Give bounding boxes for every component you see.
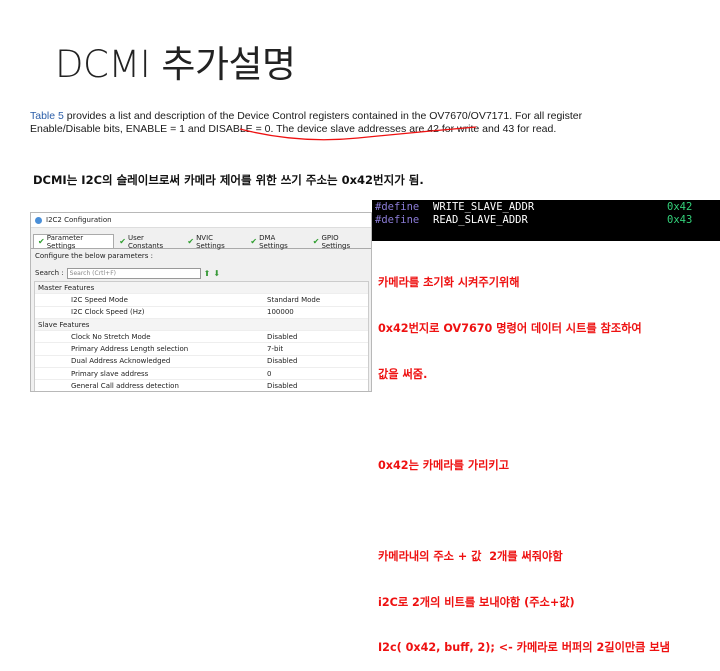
code-block: #define WRITE_SLAVE_ADDR 0x42 #define READ_…	[372, 200, 720, 241]
red-annotations: 카메라를 초기화 시켜주기위해 0x42번지로 OV7670 명령어 데이터 시…	[378, 245, 670, 671]
check-icon: ✔	[119, 237, 126, 246]
table-row[interactable]: Master Features	[35, 282, 368, 295]
tab-label: NVIC Settings	[196, 233, 225, 250]
row-value: Disabled	[267, 382, 298, 391]
note-line: 카메라내의 주소 + 값 2개를 써줘야함	[378, 550, 563, 564]
check-icon: ✔	[250, 237, 258, 246]
table-row[interactable]: Dual Address Acknowledged Disabled	[35, 356, 368, 369]
table-row[interactable]: General Call address detection Disabled	[35, 380, 368, 391]
note-line: 0x42번지로 OV7670 명령어 데이터 시트를 참조하여	[378, 322, 642, 336]
tab-dma-settings[interactable]: ✔ DMA Settings	[245, 233, 307, 250]
panel-title: I2C2 Configuration	[46, 216, 112, 224]
datasheet-line-1-text: provides a list and description of the D…	[63, 110, 583, 122]
note-line: 0x42는 카메라를 가리키고	[378, 458, 509, 472]
code-line: #define READ_SLAVE_ADDR 0x43	[372, 214, 720, 227]
check-icon: ✔	[187, 237, 195, 246]
panel-titlebar: I2C2 Configuration	[31, 213, 371, 228]
arrow-up-icon[interactable]: ⬆	[204, 269, 211, 278]
table-row[interactable]: Slave Features	[35, 318, 368, 332]
note-line: 카메라를 초기화 시켜주기위해	[378, 276, 520, 290]
code-value: 0x42	[667, 201, 693, 213]
slide-title: DCMI 추가설명	[55, 43, 296, 86]
tab-label: GPIO Settings	[321, 233, 351, 250]
red-underline-annotation	[239, 126, 477, 141]
code-keyword: #define	[375, 214, 420, 226]
tab-label: Parameter Settings	[46, 233, 84, 250]
row-name: Primary Address Length selection	[71, 345, 189, 354]
row-value: 0	[267, 369, 272, 378]
i2c-config-panel: I2C2 Configuration ✔ Parameter Settings ✔…	[30, 212, 372, 392]
row-name: Primary slave address	[71, 369, 149, 378]
row-name: I2C Clock Speed (Hz)	[71, 308, 145, 317]
row-value: 7-bit	[267, 345, 284, 354]
code-macro-name: WRITE_SLAVE_ADDR	[433, 201, 535, 213]
datasheet-line-1: Table 5 provides a list and description …	[30, 110, 700, 123]
tab-user-constants[interactable]: ✔ User Constants	[114, 233, 182, 250]
row-name: Slave Features	[38, 320, 90, 329]
check-icon: ✔	[312, 237, 320, 246]
gear-icon	[35, 216, 42, 224]
row-name: I2C Speed Mode	[71, 295, 128, 304]
table-row[interactable]: I2C Clock Speed (Hz) 100000	[35, 307, 368, 319]
search-input[interactable]: Search (Crtl+F)	[66, 267, 201, 279]
configure-label: Configure the below parameters :	[35, 252, 153, 260]
search-row: Search : Search (Crtl+F) ⬆ ⬇	[31, 264, 371, 282]
row-value: Disabled	[267, 332, 298, 341]
row-name: Master Features	[38, 283, 95, 292]
tab-label: User Constants	[127, 233, 164, 250]
row-value: Disabled	[267, 357, 298, 366]
row-name: General Call address detection	[71, 382, 179, 391]
check-icon: ✔	[38, 237, 45, 246]
note-line: i2C로 2개의 비트를 보내야함 (주소+값)	[378, 595, 575, 609]
code-keyword: #define	[375, 201, 420, 213]
config-tabs: ✔ Parameter Settings ✔ User Constants ✔ NVI…	[31, 233, 371, 250]
row-value: Standard Mode	[267, 295, 321, 304]
arrow-down-icon[interactable]: ⬇	[213, 269, 220, 278]
table-row[interactable]: Clock No Stretch Mode Disabled	[35, 331, 368, 344]
note-line: I2c( 0x42, buff, 2); <- 카메라로 버퍼의 2길이만큼 보…	[378, 641, 670, 655]
note-line	[378, 503, 670, 518]
table-link[interactable]: Table 5	[30, 110, 64, 122]
code-line: #define WRITE_SLAVE_ADDR 0x42	[372, 201, 720, 214]
table-row[interactable]: Primary Address Length selection 7-bit	[35, 343, 368, 356]
row-name: Dual Address Acknowledged	[71, 357, 171, 366]
table-row[interactable]: Primary slave address 0	[35, 368, 368, 381]
search-label: Search :	[35, 269, 64, 277]
tab-label: DMA Settings	[259, 233, 288, 250]
tab-gpio-settings[interactable]: ✔ GPIO Settings	[308, 233, 371, 250]
note-line: 값을 써줌.	[378, 367, 428, 381]
code-macro-name: READ_SLAVE_ADDR	[433, 214, 528, 226]
parameter-table: Master Features I2C Speed Mode Standard M…	[34, 281, 369, 391]
row-value: 100000	[267, 308, 294, 317]
tab-parameter-settings[interactable]: ✔ Parameter Settings	[33, 233, 115, 250]
table-row[interactable]: I2C Speed Mode Standard Mode	[35, 294, 368, 307]
code-value: 0x43	[667, 214, 693, 226]
tab-nvic-settings[interactable]: ✔ NVIC Settings	[182, 233, 245, 250]
note-line	[378, 412, 670, 427]
dcmi-note: DCMI는 I2C의 슬레이브로써 카메라 제어를 위한 쓰기 주소는 0x42…	[33, 173, 424, 187]
row-name: Clock No Stretch Mode	[71, 332, 151, 341]
